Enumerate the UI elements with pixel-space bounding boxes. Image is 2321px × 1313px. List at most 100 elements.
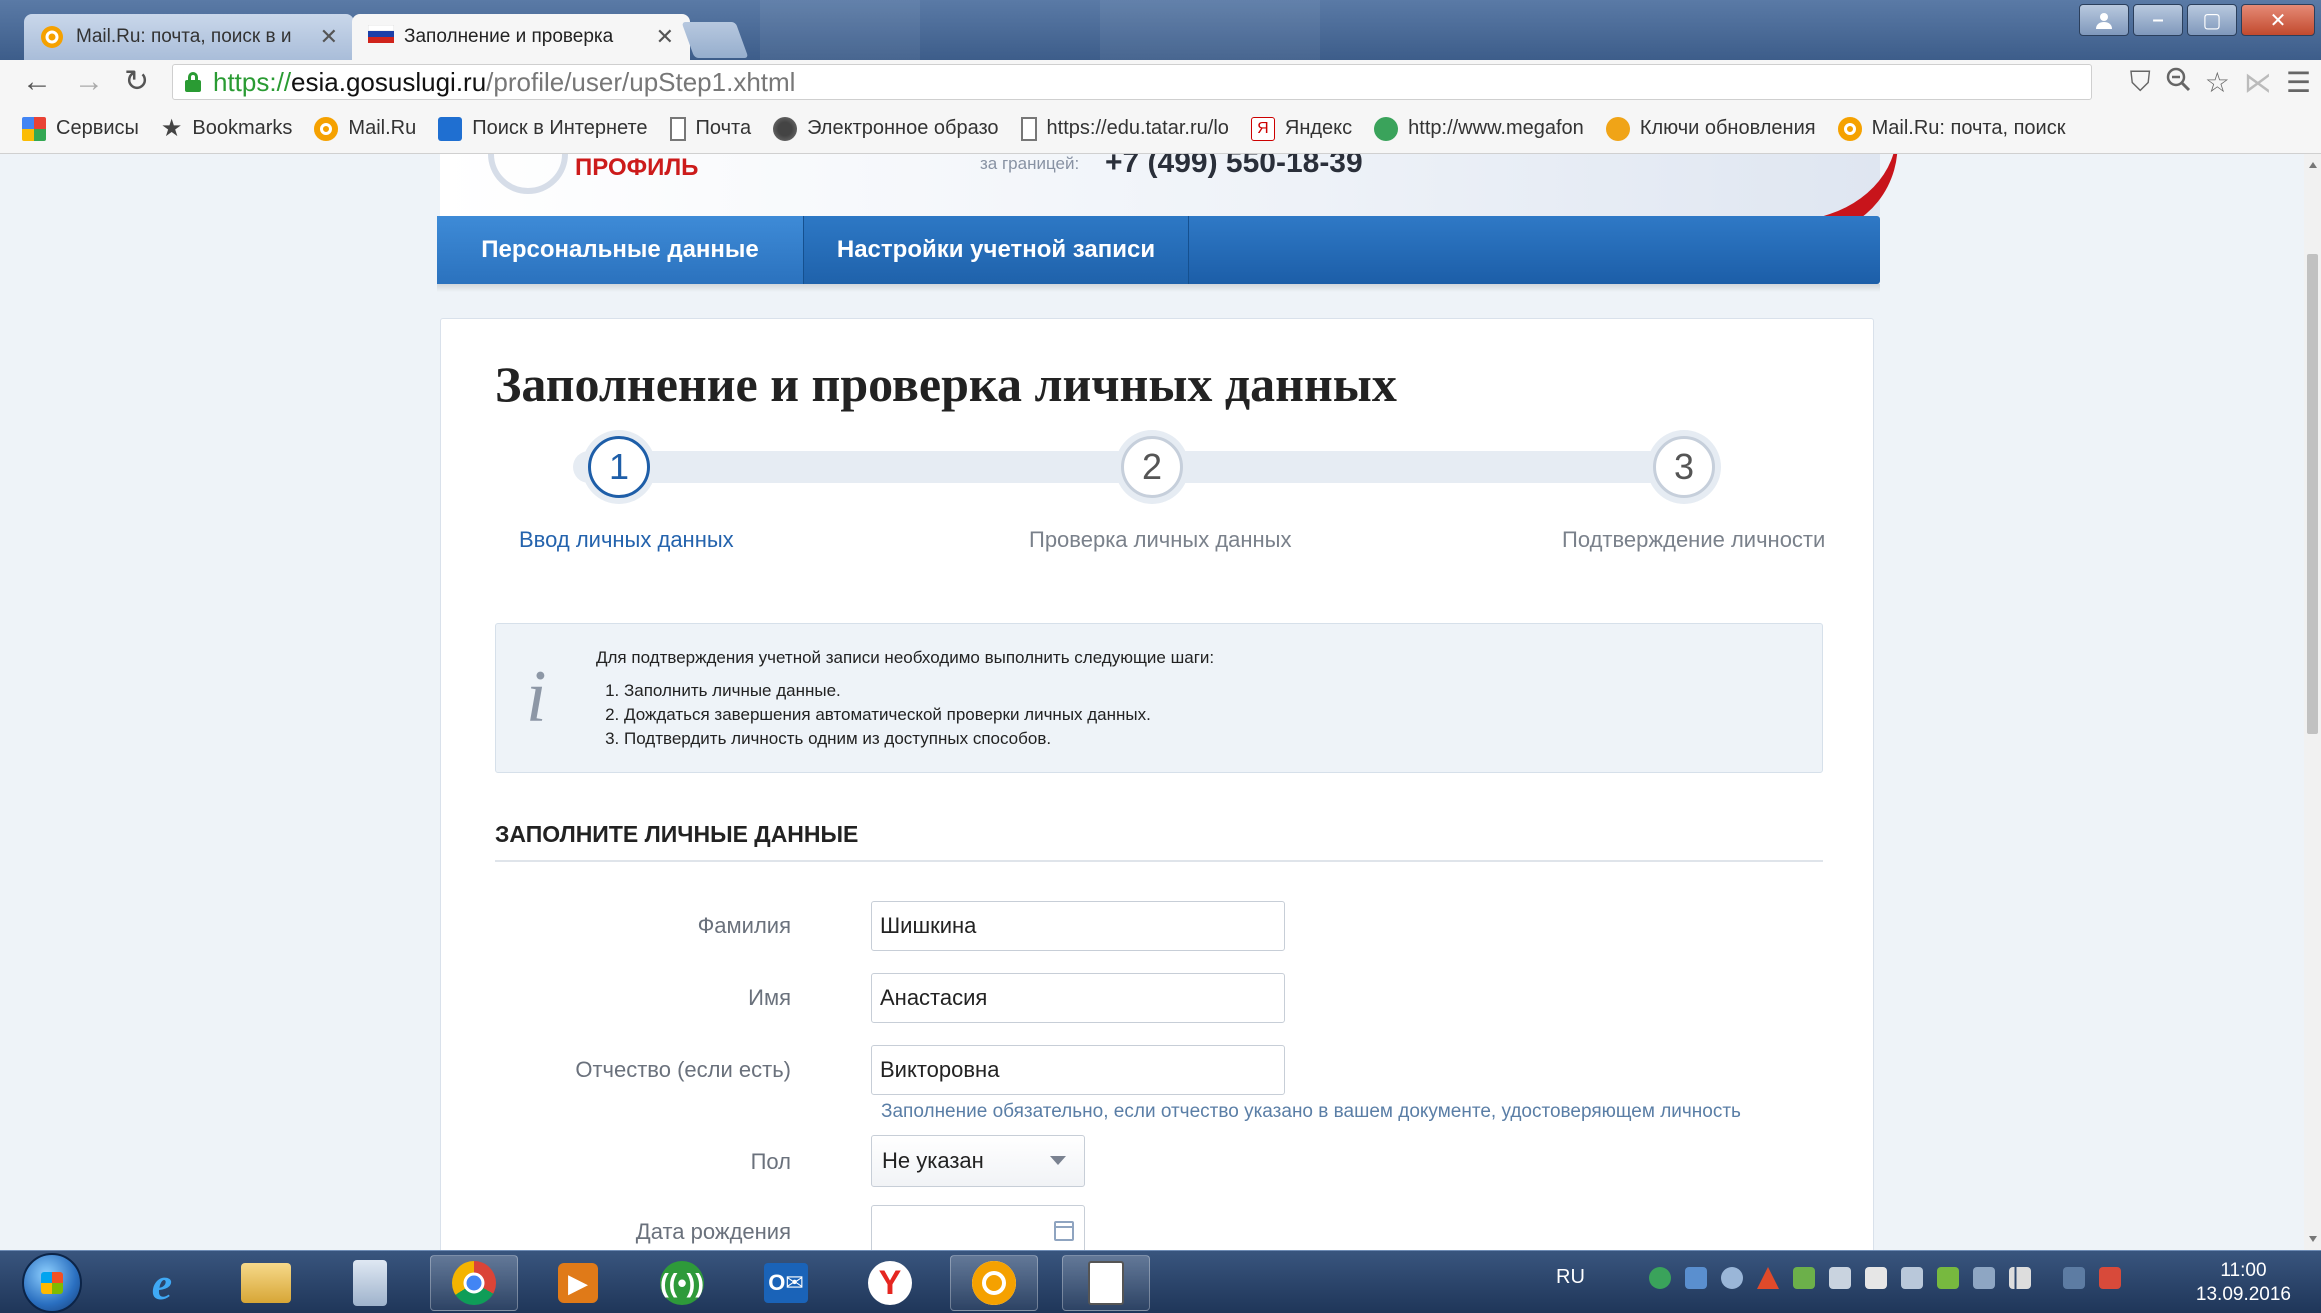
bookmark-mailru[interactable]: Mail.Ru [314, 116, 416, 141]
url-path: /profile/user/upStep1.xhtml [486, 66, 796, 97]
minimize-button[interactable]: – [2133, 4, 2183, 36]
internet-explorer-icon: e [151, 1257, 173, 1309]
clock-time: 11:00 [2220, 1260, 2267, 1281]
tray-app-icon[interactable] [1865, 1267, 1887, 1289]
taskbar-chrome[interactable] [430, 1255, 518, 1311]
scroll-down-icon[interactable] [2309, 1236, 2317, 1242]
language-indicator[interactable]: RU [1556, 1266, 1585, 1289]
birthdate-input[interactable] [871, 1205, 1085, 1250]
window-controls: – ▢ ✕ [2079, 4, 2315, 36]
surname-input[interactable] [871, 901, 1285, 951]
system-clock[interactable]: 11:00 13.09.2016 [2196, 1259, 2291, 1307]
taskbar-outlook[interactable]: O✉ [742, 1255, 830, 1311]
close-tab-icon[interactable]: ✕ [656, 24, 674, 50]
warning-icon[interactable] [1757, 1267, 1779, 1289]
bookmark-mailru-2[interactable]: Mail.Ru: почта, поиск [1837, 116, 2066, 141]
start-button[interactable] [22, 1253, 82, 1313]
tray-app-icon[interactable] [1793, 1267, 1815, 1289]
bookmark-edu-tatar[interactable]: https://edu.tatar.ru/lo [1020, 116, 1229, 141]
tray-app-icon[interactable] [2063, 1267, 2085, 1289]
outlook-icon: O✉ [764, 1263, 808, 1303]
url-host: esia.gosuslugi.ru [291, 66, 487, 97]
shield-icon[interactable]: ⛉ [2130, 66, 2151, 99]
back-arrow-icon[interactable]: ← [22, 66, 52, 98]
patronymic-hint: Заполнение обязательно, если отчество ук… [881, 1101, 1741, 1122]
bookmark-keys[interactable]: Ключи обновления [1605, 116, 1816, 141]
patronymic-input[interactable] [871, 1045, 1285, 1095]
address-bar-icons: ⛉ ☆ ⋉ ☰ [2130, 66, 2311, 99]
yandex-browser-icon: Y [868, 1261, 912, 1305]
gosuslugi-logo[interactable] [488, 154, 568, 194]
tray-app-icon[interactable] [1937, 1267, 1959, 1289]
step-3-label: Подтверждение личности [1562, 527, 1826, 552]
name-input[interactable] [871, 973, 1285, 1023]
tray-app-icon[interactable] [1685, 1267, 1707, 1289]
info-steps-list: Заполнить личные данные. Дождаться завер… [624, 679, 1151, 751]
bookmark-megafon[interactable]: http://www.megafon [1374, 116, 1584, 141]
volume-icon[interactable] [1901, 1267, 1923, 1289]
taskbar-calculator[interactable] [326, 1255, 414, 1311]
bookmark-label: Ключи обновления [1639, 117, 1816, 139]
yandex-icon: Я [1250, 116, 1275, 141]
bookmark-label: Mail.Ru: почта, поиск [1871, 117, 2066, 139]
reload-icon[interactable]: ↻ [124, 66, 149, 98]
window-close-button[interactable]: ✕ [2241, 4, 2315, 36]
bookmark-search[interactable]: Поиск в Интернете [438, 116, 648, 141]
bookmarks-bar: Сервисы ★ Bookmarks Mail.Ru Поиск в Инте… [0, 104, 2321, 154]
maximize-button[interactable]: ▢ [2187, 4, 2237, 36]
tray-app-icon[interactable] [1829, 1267, 1851, 1289]
step-1-label: Ввод личных данных [519, 527, 734, 552]
browser-tab-mailru[interactable]: Mail.Ru: почта, поиск в и ✕ [24, 14, 354, 60]
bookmark-education[interactable]: Электронное образо [773, 116, 999, 141]
extension-icon[interactable]: ⋉ [2244, 66, 2272, 99]
action-center-flag-icon[interactable] [2099, 1267, 2121, 1289]
step-1-circle: 1 [588, 436, 650, 498]
taskbar-ie[interactable]: e [118, 1255, 206, 1311]
tray-app-icon[interactable] [1973, 1267, 1995, 1289]
menu-icon[interactable]: ☰ [2286, 66, 2311, 99]
taskbar-network-app[interactable]: ((•)) [638, 1255, 726, 1311]
bookmark-bookmarks[interactable]: ★ Bookmarks [161, 114, 293, 143]
mailru-icon [40, 25, 64, 49]
media-player-icon: ▶ [558, 1263, 598, 1303]
tray-app-icon[interactable] [1649, 1267, 1671, 1289]
scrollbar-thumb[interactable] [2307, 254, 2318, 734]
step-3-circle: 3 [1653, 436, 1715, 498]
taskbar-mailru-agent[interactable] [950, 1255, 1038, 1311]
taskbar-image-viewer[interactable] [1062, 1255, 1150, 1311]
close-tab-icon[interactable]: ✕ [320, 24, 338, 50]
star-icon: ★ [160, 115, 183, 142]
patronymic-label: Отчество (если есть) [575, 1057, 791, 1082]
titlebar-decoration [1100, 0, 1320, 60]
page-icon [669, 116, 686, 141]
forward-arrow-icon[interactable]: → [74, 66, 104, 98]
calendar-icon[interactable] [1054, 1221, 1074, 1241]
bookmark-label: https://edu.tatar.ru/lo [1046, 117, 1229, 139]
gender-select-value: Не указан [882, 1148, 984, 1173]
taskbar-yandex-browser[interactable]: Y [846, 1255, 934, 1311]
taskbar-media-player[interactable]: ▶ [534, 1255, 622, 1311]
zoom-icon[interactable] [2165, 66, 2191, 99]
tab-account-settings[interactable]: Настройки учетной записи [803, 216, 1189, 284]
windows-taskbar: e ▶ ((•)) O✉ Y RU 11:00 13.09.2016 [0, 1250, 2321, 1313]
signal-icon[interactable] [2009, 1267, 2031, 1289]
browser-tab-gosuslugi[interactable]: Заполнение и проверка ✕ [352, 14, 690, 60]
url-scheme: https:// [213, 66, 292, 97]
logo-text: ПРОФИЛЬ [575, 154, 699, 181]
bookmark-pochta[interactable]: Почта [669, 116, 751, 141]
taskbar-explorer[interactable] [222, 1255, 310, 1311]
user-profile-button[interactable] [2079, 4, 2129, 36]
russia-flag-icon [367, 24, 395, 49]
bookmark-yandex[interactable]: Я Яндекс [1250, 116, 1352, 141]
star-icon[interactable]: ☆ [2205, 66, 2230, 99]
url-field[interactable]: https:// esia.gosuslugi.ru /profile/user… [172, 64, 2092, 100]
page-scrollbar[interactable] [2304, 154, 2321, 1250]
scroll-up-icon[interactable] [2309, 162, 2317, 168]
tray-app-icon[interactable] [1721, 1267, 1743, 1289]
bookmark-services[interactable]: Сервисы [22, 116, 139, 141]
bookmark-label: Поиск в Интернете [472, 117, 648, 139]
gender-select[interactable]: Не указан [871, 1135, 1085, 1187]
tab-personal-data[interactable]: Персональные данные [437, 216, 803, 284]
address-toolbar: ← → ↻ https:// esia.gosuslugi.ru /profil… [0, 60, 2321, 104]
new-tab-button[interactable] [681, 22, 749, 58]
